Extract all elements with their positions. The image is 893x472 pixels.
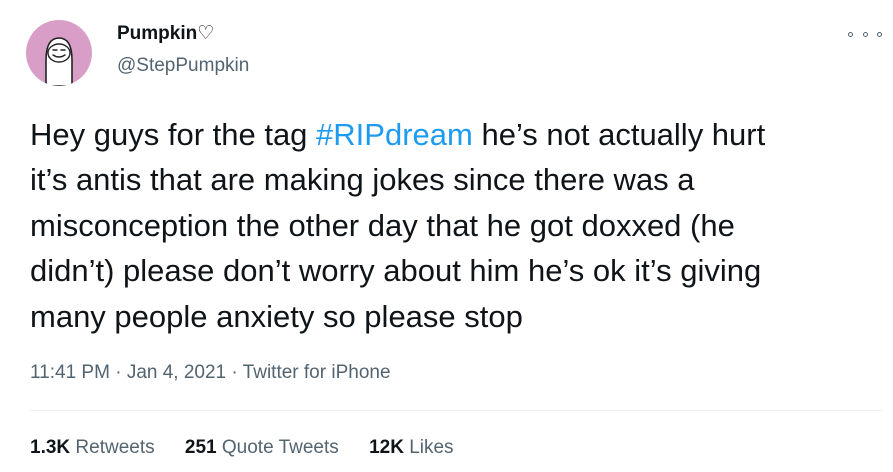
- tweet-card: Pumpkin♡ @StepPumpkin Hey guys for the t…: [0, 0, 893, 472]
- retweets-count: 1.3K: [30, 437, 71, 458]
- tweet-text: Hey guys for the tag #RIPdream he’s not …: [30, 112, 882, 339]
- hashtag-link[interactable]: #RIPdream: [316, 117, 473, 152]
- likes-label: Likes: [409, 437, 454, 458]
- tweet-line: many people anxiety so please stop: [30, 298, 523, 334]
- user-display-name[interactable]: Pumpkin♡: [117, 22, 214, 45]
- tweet-date[interactable]: Jan 4, 2021: [127, 362, 226, 383]
- tweet-text-segment: Hey guys for the tag: [30, 117, 317, 152]
- user-handle[interactable]: @StepPumpkin: [117, 55, 249, 77]
- tweet-stats: 1.3K Retweets 251 Quote Tweets 12K Likes: [30, 437, 479, 459]
- tweet-line: it’s antis that are making jokes since t…: [30, 162, 695, 198]
- quote-tweets-stat[interactable]: 251 Quote Tweets: [185, 437, 339, 459]
- likes-stat[interactable]: 12K Likes: [369, 437, 454, 459]
- avatar[interactable]: [26, 20, 92, 86]
- meta-separator: ·: [115, 362, 122, 383]
- more-horizontal-icon[interactable]: [848, 24, 882, 44]
- meta-separator: ·: [231, 362, 238, 383]
- retweets-stat[interactable]: 1.3K Retweets: [30, 437, 155, 459]
- tweet-source[interactable]: Twitter for iPhone: [243, 362, 391, 383]
- quote-tweets-label: Quote Tweets: [221, 437, 339, 458]
- avatar-face-icon: [45, 37, 73, 86]
- tweet-line: didn’t) please don’t worry about him he’…: [30, 253, 762, 289]
- retweets-label: Retweets: [75, 437, 155, 458]
- tweet-text-segment: he’s not actually hurt: [472, 117, 766, 152]
- more-dot: [848, 31, 853, 37]
- likes-count: 12K: [369, 437, 404, 458]
- more-dot: [877, 31, 882, 37]
- tweet-line: Hey guys for the tag #RIPdream he’s not …: [30, 112, 882, 157]
- more-dot: [862, 31, 868, 37]
- tweet-meta: 11:41 PM · Jan 4, 2021 · Twitter for iPh…: [30, 362, 391, 384]
- tweet-time[interactable]: 11:41 PM: [30, 362, 110, 383]
- tweet-line: misconception the other day that he got …: [30, 207, 735, 243]
- quote-tweets-count: 251: [184, 437, 217, 458]
- divider: [30, 410, 882, 411]
